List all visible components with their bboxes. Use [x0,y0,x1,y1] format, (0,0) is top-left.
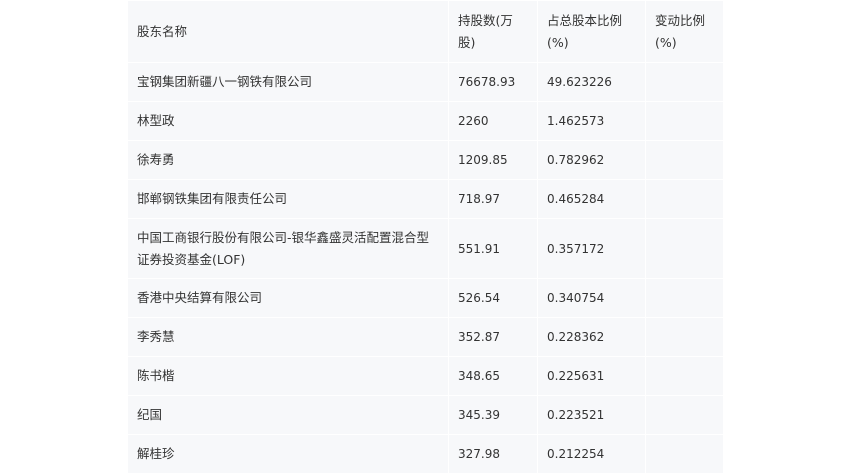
change-cell [645,278,723,318]
table-row: 宝钢集团新疆八一钢铁有限公司 76678.93 49.623226 [127,62,723,102]
shares-cell: 345.39 [448,395,538,435]
shares-cell: 327.98 [448,434,538,474]
ratio-cell: 0.223521 [537,395,646,435]
shares-cell: 352.87 [448,317,538,357]
shares-cell: 718.97 [448,179,538,219]
table-row: 徐寿勇 1209.85 0.782962 [127,140,723,180]
ratio-cell: 0.228362 [537,317,646,357]
change-cell [645,395,723,435]
table-row: 邯郸钢铁集团有限责任公司 718.97 0.465284 [127,179,723,219]
table-row: 林型政 2260 1.462573 [127,101,723,141]
shares-cell: 348.65 [448,356,538,396]
change-cell [645,434,723,474]
shareholder-name-cell: 徐寿勇 [127,140,449,180]
ratio-cell: 0.225631 [537,356,646,396]
table-row: 香港中央结算有限公司 526.54 0.340754 [127,278,723,318]
ratio-cell: 0.212254 [537,434,646,474]
table-row: 解桂珍 327.98 0.212254 [127,434,723,474]
shares-cell: 1209.85 [448,140,538,180]
change-cell [645,140,723,180]
header-change-ratio: 变动比例(%) [645,0,723,63]
shareholder-table: 股东名称 持股数(万股) 占总股本比例(%) 变动比例(%) 宝钢集团新疆八一钢… [127,0,723,474]
shareholder-name-cell: 中国工商银行股份有限公司-银华鑫盛灵活配置混合型证券投资基金(LOF) [127,218,449,279]
ratio-cell: 0.465284 [537,179,646,219]
shares-cell: 2260 [448,101,538,141]
header-shareholder-name: 股东名称 [127,0,449,63]
table-row: 陈书楷 348.65 0.225631 [127,356,723,396]
change-cell [645,179,723,219]
table-row: 李秀慧 352.87 0.228362 [127,317,723,357]
shares-cell: 551.91 [448,218,538,279]
shareholder-name-cell: 林型政 [127,101,449,141]
shareholder-name-cell: 陈书楷 [127,356,449,396]
shareholder-name-cell: 宝钢集团新疆八一钢铁有限公司 [127,62,449,102]
shareholder-table-container: 股东名称 持股数(万股) 占总股本比例(%) 变动比例(%) 宝钢集团新疆八一钢… [127,0,723,474]
change-cell [645,356,723,396]
shareholder-name-cell: 邯郸钢铁集团有限责任公司 [127,179,449,219]
shareholder-name-cell: 解桂珍 [127,434,449,474]
change-cell [645,62,723,102]
shareholder-name-cell: 纪国 [127,395,449,435]
ratio-cell: 49.623226 [537,62,646,102]
ratio-cell: 0.782962 [537,140,646,180]
shares-cell: 526.54 [448,278,538,318]
shareholder-name-cell: 香港中央结算有限公司 [127,278,449,318]
table-row: 中国工商银行股份有限公司-银华鑫盛灵活配置混合型证券投资基金(LOF) 551.… [127,218,723,279]
table-row: 纪国 345.39 0.223521 [127,395,723,435]
shareholder-name-cell: 李秀慧 [127,317,449,357]
change-cell [645,317,723,357]
shares-cell: 76678.93 [448,62,538,102]
change-cell [645,218,723,279]
header-share-ratio: 占总股本比例(%) [537,0,646,63]
ratio-cell: 0.357172 [537,218,646,279]
ratio-cell: 0.340754 [537,278,646,318]
change-cell [645,101,723,141]
header-shares-held: 持股数(万股) [448,0,538,63]
table-header-row: 股东名称 持股数(万股) 占总股本比例(%) 变动比例(%) [127,0,723,63]
ratio-cell: 1.462573 [537,101,646,141]
